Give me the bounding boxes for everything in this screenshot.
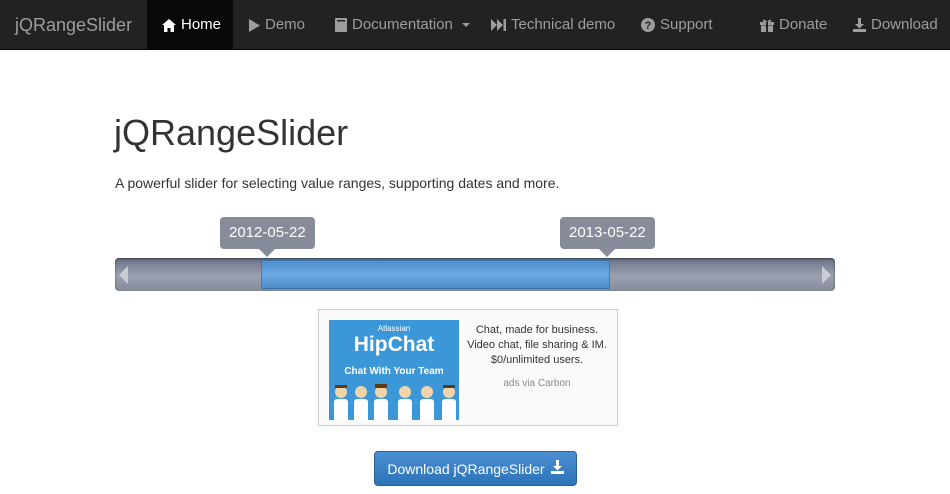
ad-characters-illustration — [334, 384, 456, 420]
nav-technical-demo-label: Technical demo — [511, 16, 616, 33]
slider-right-arrow-icon[interactable] — [822, 266, 831, 284]
label-pointer — [599, 249, 616, 257]
play-icon — [249, 18, 260, 32]
svg-text:?: ? — [645, 20, 652, 32]
download-button-label: Download jQRangeSlider — [387, 460, 545, 477]
nav-donate-label: Donate — [779, 16, 828, 33]
ad-image-brand-small: Atlassian — [377, 324, 411, 333]
label-pointer — [259, 249, 276, 257]
nav-download-label: Download — [871, 16, 938, 33]
nav-download[interactable]: Download — [853, 0, 938, 50]
nav-demo[interactable]: Demo — [249, 0, 305, 50]
slider-min-value: 2012-05-22 — [229, 224, 306, 241]
question-circle-icon: ? — [641, 18, 655, 32]
download-icon — [550, 460, 564, 477]
nav-donate[interactable]: Donate — [760, 0, 827, 50]
slider-max-value-label: 2013-05-22 — [560, 217, 655, 257]
ad-image-tagline: Chat With Your Team — [344, 366, 444, 377]
nav-documentation-label: Documentation — [352, 16, 453, 33]
ad-text-line: Chat, made for business. — [475, 324, 599, 336]
gift-icon — [760, 18, 774, 32]
ad-via-carbon-link[interactable]: ads via Carbon — [467, 378, 607, 389]
navbar: jQRangeSlider Home Demo Documentation Te… — [0, 0, 950, 50]
slider-min-value-label: 2012-05-22 — [220, 217, 315, 257]
fast-forward-icon — [491, 19, 506, 31]
nav-home-label: Home — [181, 16, 222, 33]
brand-link[interactable]: jQRangeSlider — [15, 0, 132, 50]
range-slider[interactable] — [115, 258, 835, 291]
ad-text[interactable]: Chat, made for business. Video chat, fil… — [467, 323, 607, 368]
nav-technical-demo[interactable]: Technical demo — [491, 0, 615, 50]
home-icon — [162, 18, 176, 32]
slider-max-value: 2013-05-22 — [569, 224, 646, 241]
page-lead: A powerful slider for selecting value ra… — [115, 175, 560, 191]
slider-selected-range[interactable] — [261, 260, 610, 289]
nav-documentation[interactable]: Documentation — [335, 0, 470, 50]
ad-text-line: Video chat, file sharing & IM. — [467, 339, 607, 351]
slider-max-handle[interactable] — [608, 263, 612, 290]
slider-left-arrow-icon[interactable] — [119, 266, 128, 284]
ad-text-line: $0/unlimited users. — [490, 354, 584, 366]
ad-image[interactable]: Atlassian HipChat Chat With Your Team — [329, 320, 459, 420]
ad-image-brand: HipChat — [353, 333, 435, 356]
chevron-down-icon — [461, 23, 470, 27]
page-title: jQRangeSlider — [114, 112, 349, 153]
nav-demo-label: Demo — [265, 16, 306, 33]
slider-min-handle[interactable] — [259, 263, 263, 290]
nav-home[interactable]: Home — [147, 0, 233, 50]
carbon-ad: Atlassian HipChat Chat With Your Team Ch… — [318, 309, 618, 426]
download-icon — [853, 18, 866, 32]
nav-support[interactable]: ? Support — [641, 0, 713, 50]
download-jqrangeslider-button[interactable]: Download jQRangeSlider — [374, 451, 577, 486]
nav-support-label: Support — [660, 16, 713, 33]
book-icon — [335, 18, 347, 32]
